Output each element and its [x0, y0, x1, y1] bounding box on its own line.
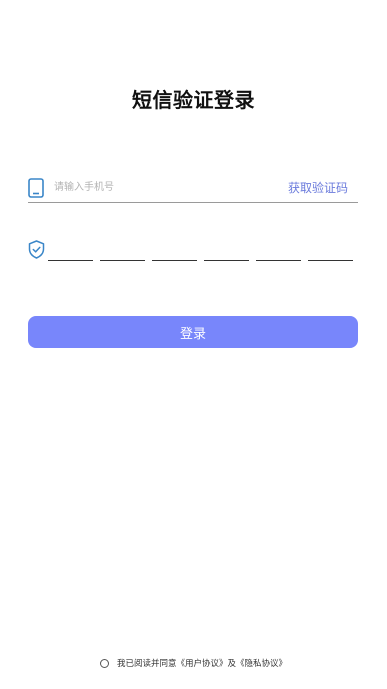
login-page: 短信验证登录 获取验证码 登录 我已阅读并同意: [0, 0, 387, 689]
code-digit-3[interactable]: [152, 238, 197, 261]
code-cells: [48, 238, 353, 262]
user-agreement-link[interactable]: 《用户协议》: [176, 657, 227, 669]
agreement-prefix: 我已阅读并同意: [116, 659, 177, 669]
code-digit-6[interactable]: [308, 238, 353, 261]
code-row: [28, 238, 358, 264]
agreement-radio[interactable]: [99, 658, 109, 668]
code-digit-5[interactable]: [256, 238, 301, 261]
phone-input[interactable]: [54, 178, 274, 196]
agreement-row: 我已阅读并同意 《用户协议》 及 《隐私协议》: [0, 657, 387, 669]
code-digit-4[interactable]: [204, 238, 249, 261]
privacy-policy-link[interactable]: 《隐私协议》: [236, 657, 287, 669]
code-digit-2[interactable]: [100, 238, 145, 261]
agreement-conjunction: 及: [227, 659, 237, 669]
login-button[interactable]: 登录: [28, 316, 358, 348]
get-code-button[interactable]: 获取验证码: [288, 179, 348, 196]
code-digit-1[interactable]: [48, 238, 93, 261]
phone-row: 获取验证码: [28, 172, 358, 203]
page-title: 短信验证登录: [132, 88, 255, 112]
